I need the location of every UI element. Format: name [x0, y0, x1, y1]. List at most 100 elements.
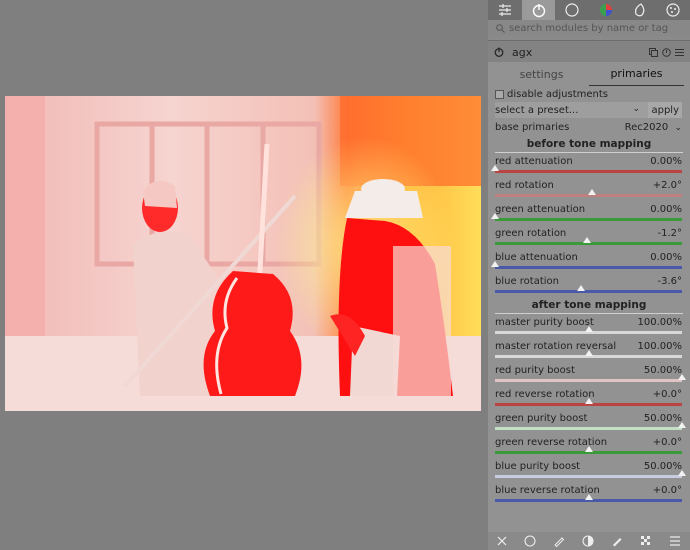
- slider-handle[interactable]: [678, 422, 686, 428]
- tab-active-modules[interactable]: [521, 0, 556, 20]
- base-primaries-label: base primaries: [495, 121, 570, 133]
- slider-red-purity-boost[interactable]: red purity boost 50.00%: [495, 362, 686, 386]
- base-primaries-row[interactable]: base primaries Rec2020 ⌄: [495, 118, 682, 136]
- reset-icon[interactable]: [662, 47, 671, 57]
- slider-value[interactable]: -3.6°: [657, 276, 682, 287]
- base-primaries-value[interactable]: Rec2020: [625, 122, 669, 133]
- slider-handle[interactable]: [577, 285, 586, 291]
- close-icon[interactable]: [497, 536, 507, 546]
- slider-label: green rotation: [495, 228, 567, 239]
- slider-blue-purity-boost[interactable]: blue purity boost 50.00%: [495, 458, 686, 482]
- slider-value[interactable]: -1.2°: [657, 228, 682, 239]
- slider-value[interactable]: +0.0°: [653, 389, 682, 400]
- slider-handle[interactable]: [678, 470, 686, 476]
- slider-value[interactable]: 0.00%: [650, 204, 682, 215]
- module-name: agx: [512, 45, 533, 59]
- photo-concert: [5, 96, 481, 411]
- presets-menu-icon[interactable]: [675, 48, 684, 57]
- chevron-down-icon: ⌄: [674, 122, 682, 133]
- disable-adjustments-checkbox[interactable]: [495, 89, 504, 99]
- slider-handle[interactable]: [584, 494, 593, 500]
- sliders-icon: [498, 4, 511, 16]
- slider-label: master rotation reversal: [495, 341, 617, 352]
- pencil-icon[interactable]: [553, 535, 565, 547]
- slider-handle[interactable]: [584, 326, 593, 332]
- tab-base[interactable]: [555, 0, 589, 20]
- drawn-parametric-mask-icon[interactable]: [611, 535, 623, 547]
- slider-track[interactable]: [495, 379, 682, 382]
- slider-label: red rotation: [495, 180, 554, 191]
- slider-red-attenuation[interactable]: red attenuation 0.00%: [491, 153, 682, 177]
- preset-selector[interactable]: select a preset... ⌄ apply: [495, 102, 682, 118]
- slider-handle[interactable]: [588, 189, 597, 195]
- slider-blue-attenuation[interactable]: blue attenuation 0.00%: [491, 249, 682, 273]
- module-header[interactable]: agx: [488, 40, 690, 64]
- tab-correct[interactable]: [623, 0, 657, 20]
- slider-value[interactable]: 0.00%: [650, 252, 682, 263]
- slider-blue-rotation[interactable]: blue rotation -3.6°: [495, 273, 682, 297]
- tab-quick-access[interactable]: [488, 0, 522, 20]
- slider-track[interactable]: [495, 427, 682, 430]
- tab-color[interactable]: [589, 0, 623, 20]
- slider-value[interactable]: 100.00%: [638, 341, 683, 352]
- slider-track[interactable]: [495, 218, 682, 221]
- slider-value[interactable]: 50.00%: [644, 461, 682, 472]
- tab-effect[interactable]: [656, 0, 690, 20]
- slider-value[interactable]: +0.0°: [653, 437, 682, 448]
- power-icon: [532, 4, 545, 18]
- search-icon: [496, 23, 505, 33]
- slider-track[interactable]: [495, 475, 682, 478]
- slider-green-purity-boost[interactable]: green purity boost 50.00%: [495, 410, 686, 434]
- slider-label: red reverse rotation: [495, 389, 595, 400]
- slider-handle[interactable]: [491, 165, 499, 171]
- slider-label: blue attenuation: [495, 252, 578, 263]
- slider-label: green purity boost: [495, 413, 588, 424]
- slider-track[interactable]: [495, 266, 682, 269]
- preset-select[interactable]: select a preset...: [495, 105, 578, 116]
- slider-value[interactable]: 0.00%: [650, 156, 682, 167]
- color-wheel-icon: [599, 4, 612, 16]
- slider-master-purity-boost[interactable]: master purity boost 100.00%: [495, 314, 682, 338]
- image-preview[interactable]: [5, 96, 481, 411]
- before-tone-mapping-sliders: red attenuation 0.00% red rotation +2.0° gre…: [488, 153, 690, 297]
- slider-red-rotation[interactable]: red rotation +2.0°: [495, 177, 682, 201]
- slider-handle[interactable]: [582, 237, 591, 243]
- tab-primaries[interactable]: primaries: [589, 62, 684, 86]
- slider-red-reverse-rotation[interactable]: red reverse rotation +0.0°: [495, 386, 682, 410]
- slider-label: blue rotation: [495, 276, 560, 287]
- search-input[interactable]: search modules by name or tag: [509, 23, 668, 34]
- parametric-mask-icon[interactable]: [582, 535, 594, 547]
- apply-preset-button[interactable]: apply: [648, 102, 682, 118]
- slider-label: blue purity boost: [495, 461, 581, 472]
- slider-value[interactable]: 50.00%: [644, 365, 682, 376]
- multi-instance-icon[interactable]: [649, 47, 658, 57]
- slider-handle[interactable]: [491, 213, 499, 219]
- slider-handle[interactable]: [584, 446, 593, 452]
- image-viewport[interactable]: [0, 0, 488, 550]
- slider-green-attenuation[interactable]: green attenuation 0.00%: [491, 201, 682, 225]
- disable-adjustments-row[interactable]: disable adjustments: [495, 86, 682, 102]
- slider-green-rotation[interactable]: green rotation -1.2°: [495, 225, 682, 249]
- module-group-tabs: [488, 0, 690, 20]
- slider-master-rotation-reversal[interactable]: master rotation reversal 100.00%: [495, 338, 682, 362]
- module-search-bar[interactable]: search modules by name or tag: [488, 20, 690, 36]
- slider-value[interactable]: +0.0°: [653, 485, 682, 496]
- raster-mask-icon[interactable]: [640, 535, 652, 547]
- slider-track[interactable]: [495, 170, 682, 173]
- slider-value[interactable]: 50.00%: [644, 413, 682, 424]
- module-power-icon[interactable]: [494, 47, 504, 57]
- slider-blue-reverse-rotation[interactable]: blue reverse rotation +0.0°: [495, 482, 682, 506]
- slider-value[interactable]: 100.00%: [638, 317, 683, 328]
- slider-handle[interactable]: [678, 374, 686, 380]
- slider-value[interactable]: +2.0°: [653, 180, 682, 191]
- slider-handle[interactable]: [491, 261, 499, 267]
- tab-settings[interactable]: settings: [494, 62, 589, 86]
- menu-icon[interactable]: [669, 535, 681, 547]
- slider-green-reverse-rotation[interactable]: green reverse rotation +0.0°: [495, 434, 682, 458]
- slider-label: red purity boost: [495, 365, 575, 376]
- slider-handle[interactable]: [584, 350, 593, 356]
- circle-icon: [565, 3, 579, 17]
- slider-handle[interactable]: [584, 398, 593, 404]
- circle-mask-icon[interactable]: [524, 535, 536, 547]
- slider-track[interactable]: [495, 290, 682, 293]
